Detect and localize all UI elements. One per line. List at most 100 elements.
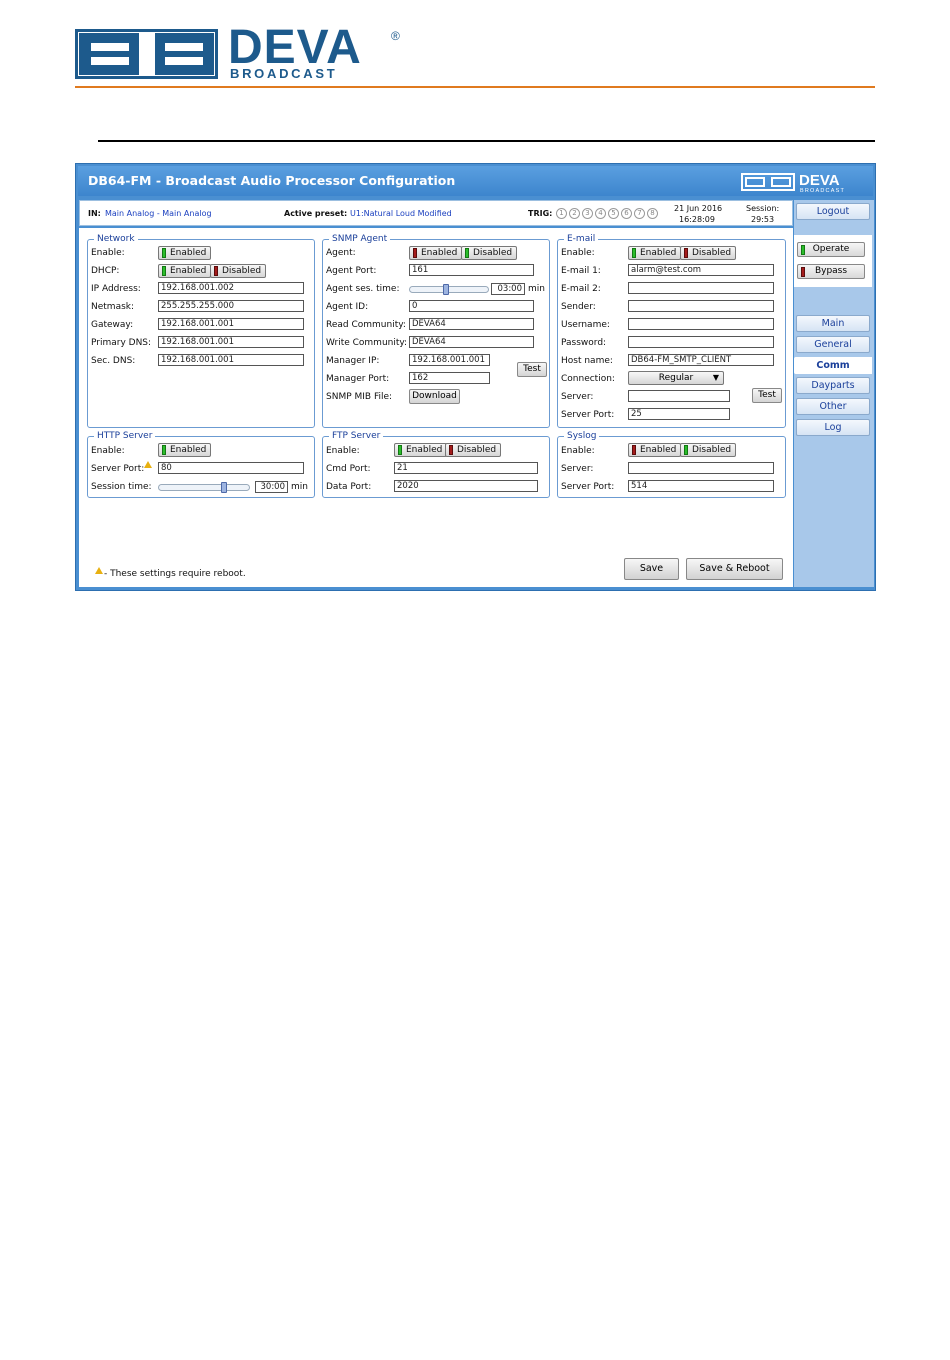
connection-select[interactable]: Regular ▼ [628, 371, 724, 385]
email-enabled-button[interactable]: Enabled [628, 246, 682, 260]
mini-brand-name: DEVA [799, 172, 840, 189]
email-server-port-input[interactable]: 25 [628, 408, 730, 420]
reboot-warning-icon [144, 461, 152, 468]
button-label: Disabled [222, 266, 262, 276]
logout-button[interactable]: Logout [796, 203, 870, 220]
slider-handle[interactable] [221, 482, 227, 493]
manager-ip-input[interactable]: 192.168.001.001 [409, 354, 490, 366]
primary-dns-input[interactable]: 192.168.001.001 [158, 336, 304, 348]
snmp-test-button[interactable]: Test [517, 362, 547, 377]
red-led-icon [214, 266, 218, 276]
netmask-input[interactable]: 255.255.255.000 [158, 300, 304, 312]
nav-comm[interactable]: Comm [794, 357, 872, 374]
email2-input[interactable] [628, 282, 774, 294]
network-fieldset: Network Enable: Enabled DHCP: Enabled Di… [87, 233, 315, 428]
http-session-unit: min [291, 482, 308, 492]
nav-log[interactable]: Log [796, 419, 870, 436]
manager-port-input[interactable]: 162 [409, 372, 490, 384]
trigger-indicator-6: 6 [621, 208, 632, 219]
http-enabled-button[interactable]: Enabled [158, 443, 212, 457]
operate-button[interactable]: Operate [797, 242, 865, 257]
http-session-label: Session time: [91, 482, 152, 492]
agent-port-input[interactable]: 161 [409, 264, 534, 276]
mib-download-button[interactable]: Download [409, 389, 460, 404]
ftp-legend: FTP Server [329, 430, 384, 442]
session-label: Session: [746, 204, 780, 213]
ftp-disabled-button[interactable]: Disabled [445, 443, 502, 457]
agent-disabled-button[interactable]: Disabled [461, 246, 518, 260]
reboot-note: - These settings require reboot. [104, 569, 246, 579]
red-led-icon [684, 248, 688, 258]
syslog-enable-label: Enable: [561, 446, 595, 456]
email1-input[interactable]: alarm@test.com [628, 264, 774, 276]
http-session-slider[interactable] [158, 482, 250, 493]
manager-ip-label: Manager IP: [326, 356, 380, 366]
read-community-input[interactable]: DEVA64 [409, 318, 534, 330]
network-enable-label: Enable: [91, 248, 125, 258]
agent-ses-time-value[interactable]: 03:00 [491, 283, 525, 295]
syslog-port-input[interactable]: 514 [628, 480, 774, 492]
primary-dns-label: Primary DNS: [91, 338, 152, 348]
sender-input[interactable] [628, 300, 774, 312]
trigger-indicator-5: 5 [608, 208, 619, 219]
connection-label: Connection: [561, 374, 615, 384]
operate-led-icon [801, 245, 805, 255]
save-button[interactable]: Save [624, 558, 679, 580]
gateway-input[interactable]: 192.168.001.001 [158, 318, 304, 330]
mini-brand-sub: BROADCAST [800, 188, 845, 194]
agent-ses-time-slider[interactable] [409, 284, 489, 295]
button-label: Disabled [473, 248, 513, 258]
agent-ses-time-label: Agent ses. time: [326, 284, 400, 294]
button-label: Disabled [692, 445, 732, 455]
sec-dns-input[interactable]: 192.168.001.001 [158, 354, 304, 366]
nav-main[interactable]: Main [796, 315, 870, 332]
save-reboot-button[interactable]: Save & Reboot [686, 558, 783, 580]
trigger-indicator-3: 3 [582, 208, 593, 219]
green-led-icon [162, 248, 166, 258]
http-session-value[interactable]: 30:00 [255, 481, 288, 493]
brand-subtitle: BROADCAST [230, 66, 338, 81]
syslog-disabled-button[interactable]: Disabled [680, 443, 737, 457]
active-preset-value: U1:Natural Loud Modified [350, 209, 452, 218]
email-server-port-label: Server Port: [561, 410, 615, 420]
ftp-enabled-button[interactable]: Enabled [394, 443, 448, 457]
email-disabled-button[interactable]: Disabled [680, 246, 737, 260]
write-community-input[interactable]: DEVA64 [409, 336, 534, 348]
host-name-input[interactable]: DB64-FM_SMTP_CLIENT [628, 354, 774, 366]
syslog-server-input[interactable] [628, 462, 774, 474]
bypass-button[interactable]: Bypass [797, 264, 865, 279]
syslog-port-label: Server Port: [561, 482, 615, 492]
agent-id-input[interactable]: 0 [409, 300, 534, 312]
ftp-cmd-port-input[interactable]: 21 [394, 462, 538, 474]
sec-dns-label: Sec. DNS: [91, 356, 136, 366]
ip-label: IP Address: [91, 284, 141, 294]
status-date: 21 Jun 2016 [674, 204, 723, 213]
sender-label: Sender: [561, 302, 596, 312]
ftp-data-port-input[interactable]: 2020 [394, 480, 538, 492]
http-port-input[interactable]: 80 [158, 462, 304, 474]
header-divider [75, 86, 875, 88]
ip-address-input[interactable]: 192.168.001.002 [158, 282, 304, 294]
slider-handle[interactable] [443, 284, 449, 295]
nav-other[interactable]: Other [796, 398, 870, 415]
nav-general[interactable]: General [796, 336, 870, 353]
network-enabled-button[interactable]: Enabled [158, 246, 212, 260]
username-input[interactable] [628, 318, 774, 330]
snmp-legend: SNMP Agent [329, 233, 391, 245]
dhcp-disabled-button[interactable]: Disabled [210, 264, 267, 278]
reboot-warning-icon [95, 567, 103, 574]
netmask-label: Netmask: [91, 302, 135, 312]
trigger-indicator-1: 1 [556, 208, 567, 219]
button-label: Enabled [421, 248, 458, 258]
http-fieldset: HTTP Server Enable: Enabled Server Port:… [87, 430, 315, 498]
email-test-button[interactable]: Test [752, 388, 782, 403]
agent-enabled-button[interactable]: Enabled [409, 246, 463, 260]
read-community-label: Read Community: [326, 320, 406, 330]
button-label: Enabled [170, 266, 207, 276]
input-value: Main Analog - Main Analog [105, 209, 212, 218]
password-input[interactable] [628, 336, 774, 348]
email-server-input[interactable] [628, 390, 730, 402]
nav-dayparts[interactable]: Dayparts [796, 377, 870, 394]
dhcp-enabled-button[interactable]: Enabled [158, 264, 212, 278]
syslog-enabled-button[interactable]: Enabled [628, 443, 682, 457]
